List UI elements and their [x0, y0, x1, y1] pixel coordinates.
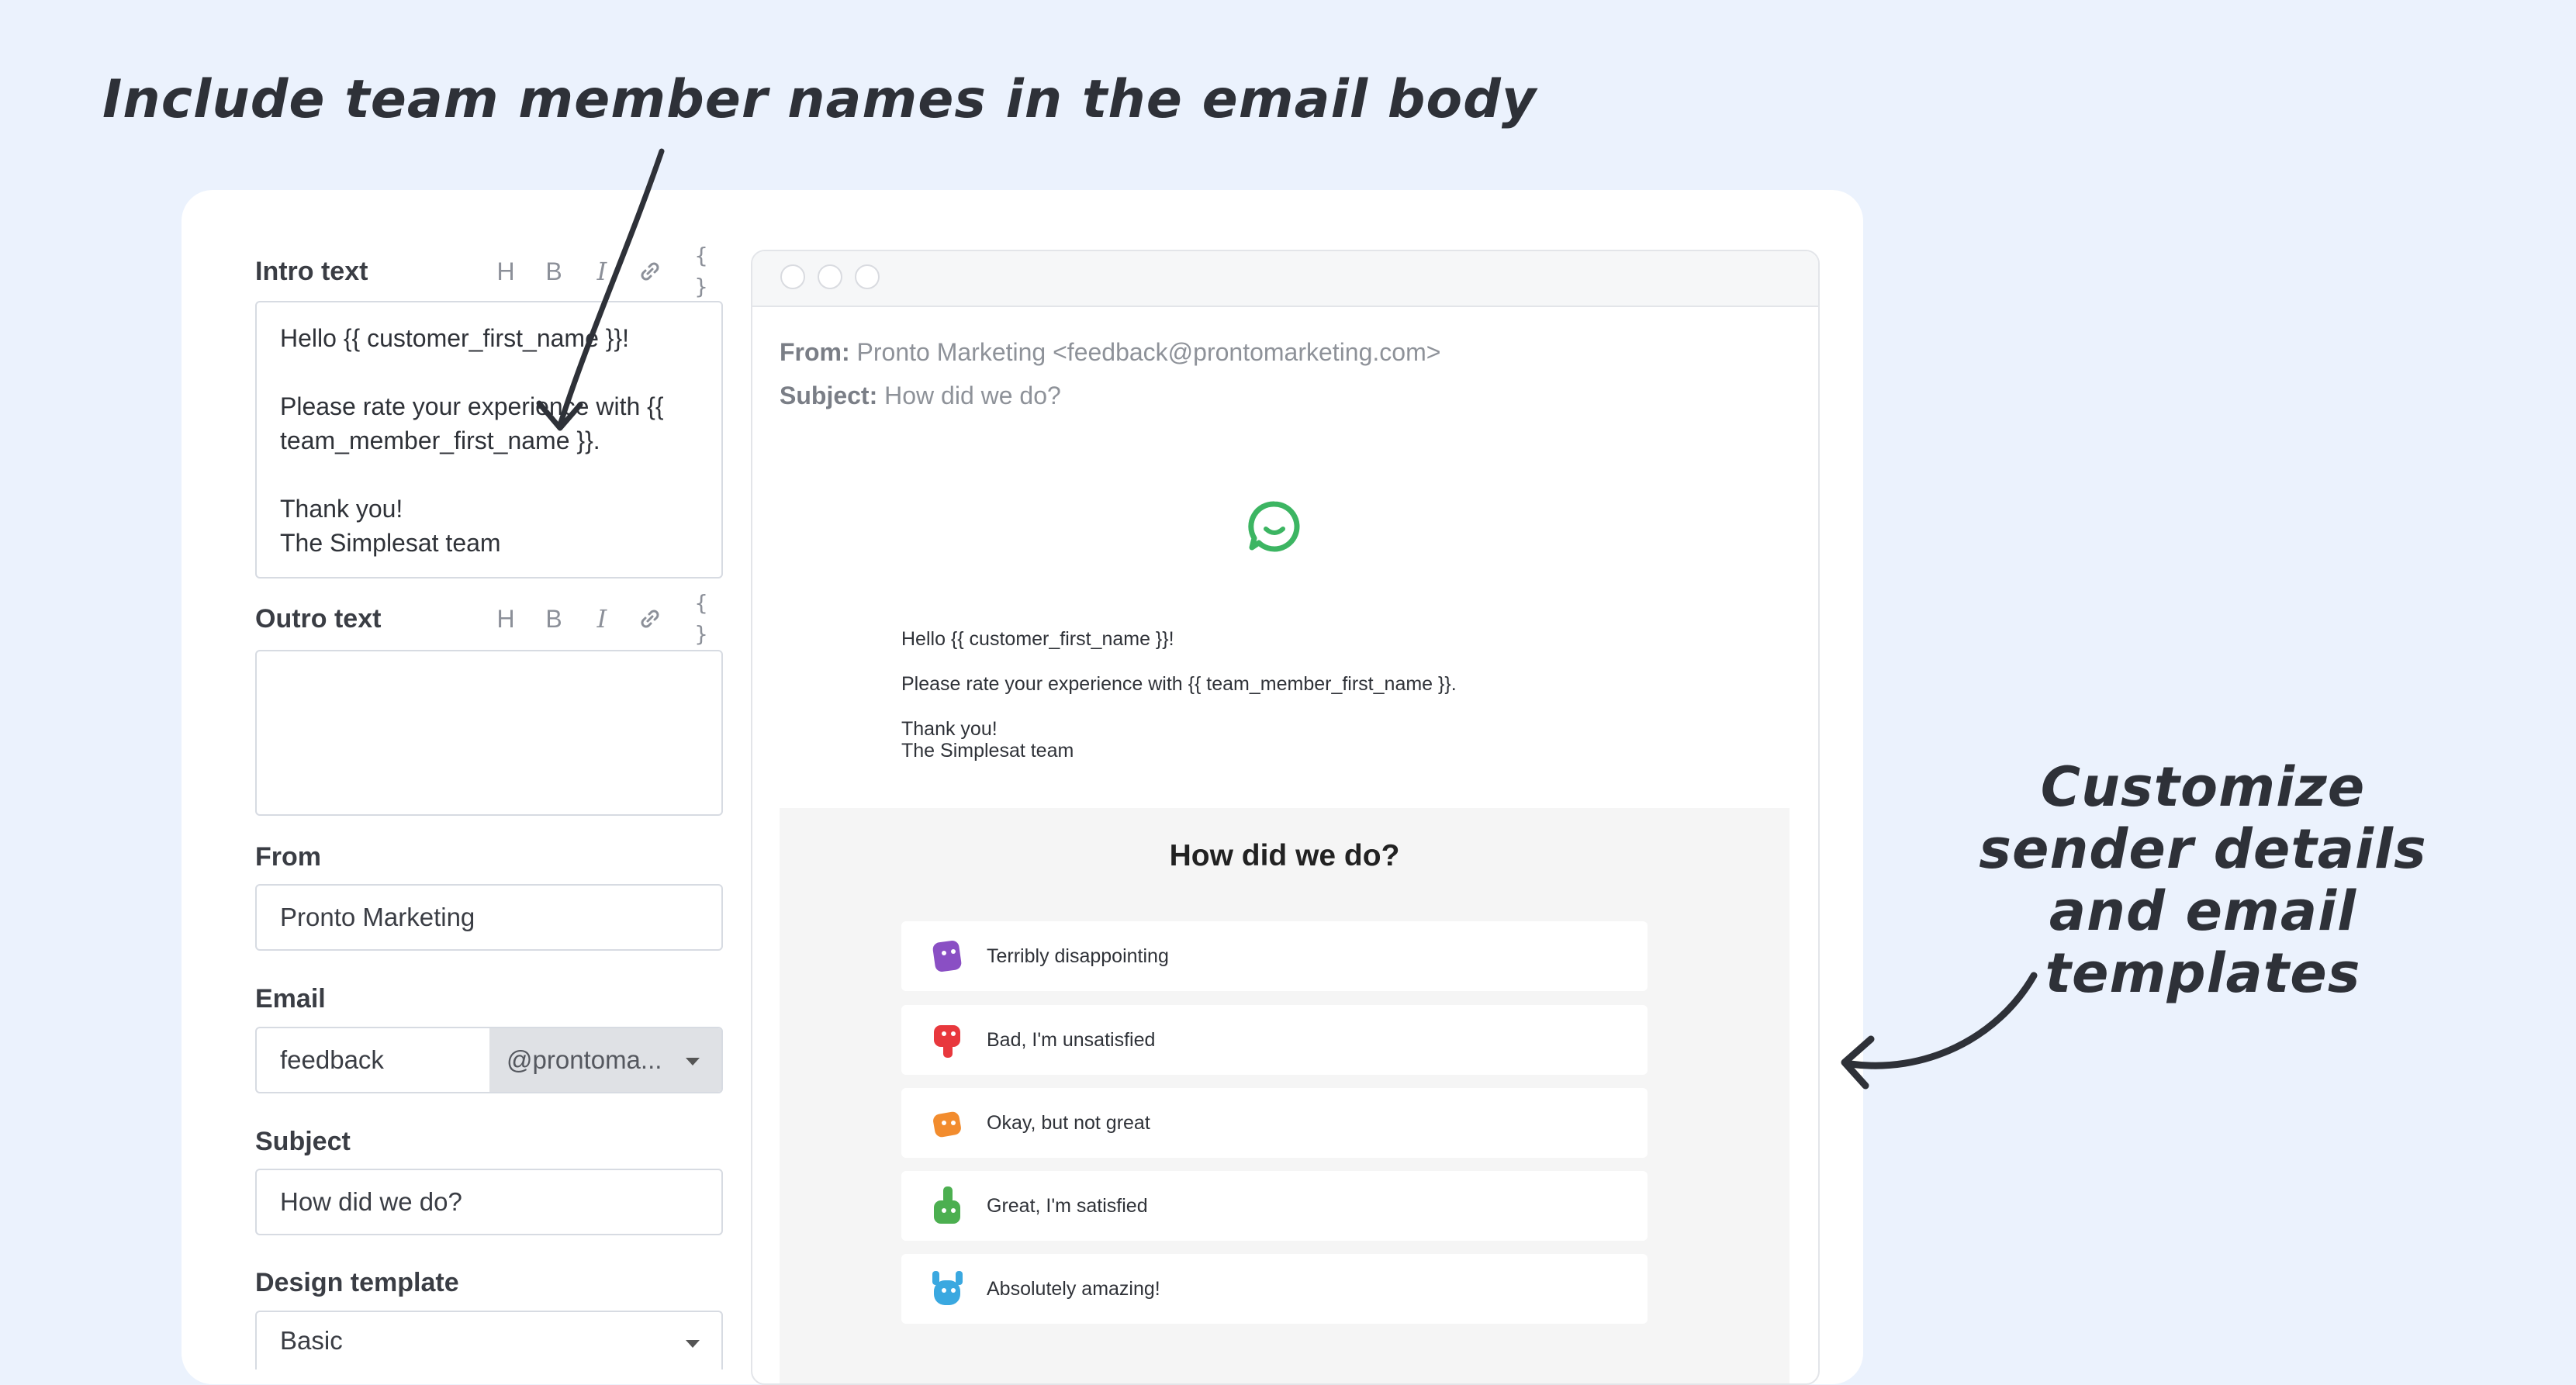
window-dot-icon	[855, 264, 880, 289]
link-icon[interactable]	[638, 606, 662, 631]
purple-face-icon	[931, 937, 965, 976]
survey-option-label: Okay, but not great	[987, 1111, 1150, 1134]
from-label-row: From	[255, 838, 724, 876]
preview-from-value: Pronto Marketing <feedback@prontomarketi…	[856, 338, 1441, 366]
email-field: feedback @prontoma...	[255, 1027, 723, 1093]
intro-toolbar: H B I { }	[493, 240, 717, 302]
subject-label: Subject	[255, 1126, 351, 1156]
survey-option-label: Bad, I'm unsatisfied	[987, 1028, 1156, 1051]
window-chrome	[752, 251, 1818, 307]
preview-subject-label: Subject:	[780, 382, 878, 409]
design-template-value: Basic	[280, 1326, 343, 1355]
intro-line: Please rate your experience with {{	[280, 392, 664, 420]
code-button[interactable]: { }	[686, 588, 717, 650]
survey-option-bad[interactable]: Bad, I'm unsatisfied	[901, 1005, 1648, 1075]
preview-greeting: Hello {{ customer_first_name }}!	[901, 628, 1174, 650]
intro-line: The Simplesat team	[280, 529, 501, 557]
design-template-select[interactable]: Basic	[255, 1311, 723, 1369]
email-label: Email	[255, 983, 326, 1014]
outro-textarea[interactable]	[255, 650, 723, 816]
intro-textarea[interactable]: Hello {{ customer_first_name }}! Please …	[255, 301, 723, 579]
design-template-label-row: Design template	[255, 1263, 724, 1302]
survey-option-label: Terribly disappointing	[987, 945, 1169, 967]
so-so-hand-icon	[931, 1104, 965, 1142]
link-icon[interactable]	[638, 259, 662, 284]
design-template-label: Design template	[255, 1267, 459, 1297]
intro-line: Hello {{ customer_first_name }}!	[280, 324, 630, 352]
bold-button[interactable]: B	[541, 256, 566, 287]
email-domain-value: @prontoma...	[507, 1045, 662, 1074]
intro-text-label: Intro text	[255, 256, 368, 286]
outro-label-row: Outro text H B I { }	[255, 590, 724, 647]
annotation-right: Customize sender details and email templ…	[1979, 755, 2427, 1005]
subject-input[interactable]: How did we do?	[255, 1169, 723, 1235]
raised-hands-icon	[931, 1269, 965, 1308]
outro-text-label: Outro text	[255, 603, 382, 634]
thumbs-up-icon	[931, 1186, 965, 1225]
preview-from: From: Pronto Marketing <feedback@prontom…	[780, 338, 1440, 367]
survey-option-okay[interactable]: Okay, but not great	[901, 1088, 1648, 1158]
bold-button[interactable]: B	[541, 603, 566, 634]
intro-label-row: Intro text H B I { }	[255, 243, 724, 299]
survey-option-terribly-disappointing[interactable]: Terribly disappointing	[901, 921, 1648, 991]
heading-button[interactable]: H	[493, 256, 518, 287]
from-input[interactable]: Pronto Marketing	[255, 884, 723, 951]
intro-line: Thank you!	[280, 495, 403, 523]
email-preview: From: Pronto Marketing <feedback@prontom…	[751, 250, 1820, 1385]
italic-button[interactable]: I	[590, 603, 614, 634]
survey-block: How did we do? Terribly disappointing Ba…	[780, 808, 1789, 1383]
email-label-row: Email	[255, 979, 724, 1018]
survey-question: How did we do?	[1169, 839, 1400, 872]
preview-from-label: From:	[780, 338, 850, 366]
chevron-down-icon	[686, 1340, 700, 1348]
outro-toolbar: H B I { }	[493, 588, 717, 650]
window-dot-icon	[818, 264, 842, 289]
survey-option-label: Great, I'm satisfied	[987, 1194, 1148, 1217]
preview-request: Please rate your experience with {{ team…	[901, 673, 1457, 695]
preview-thanks: Thank you!	[901, 718, 998, 740]
preview-subject: Subject: How did we do?	[780, 382, 1061, 410]
preview-subject-value: How did we do?	[884, 382, 1061, 409]
intro-line: team_member_first_name }}.	[280, 427, 600, 454]
preview-signature: The Simplesat team	[901, 740, 1074, 762]
heading-button[interactable]: H	[493, 603, 518, 634]
code-button[interactable]: { }	[686, 240, 717, 302]
survey-option-amazing[interactable]: Absolutely amazing!	[901, 1254, 1648, 1324]
annotation-top: Include team member names in the email b…	[102, 69, 1537, 130]
italic-button[interactable]: I	[590, 256, 614, 287]
from-label: From	[255, 841, 321, 872]
email-local-input[interactable]: feedback	[257, 1045, 489, 1075]
window-dot-icon	[780, 264, 805, 289]
simplesat-logo-icon	[1248, 501, 1300, 552]
thumbs-down-icon	[931, 1021, 965, 1059]
chevron-down-icon	[686, 1058, 700, 1066]
survey-option-great[interactable]: Great, I'm satisfied	[901, 1171, 1648, 1241]
email-domain-select[interactable]: @prontoma...	[489, 1028, 721, 1092]
survey-option-label: Absolutely amazing!	[987, 1277, 1160, 1300]
subject-label-row: Subject	[255, 1122, 724, 1161]
